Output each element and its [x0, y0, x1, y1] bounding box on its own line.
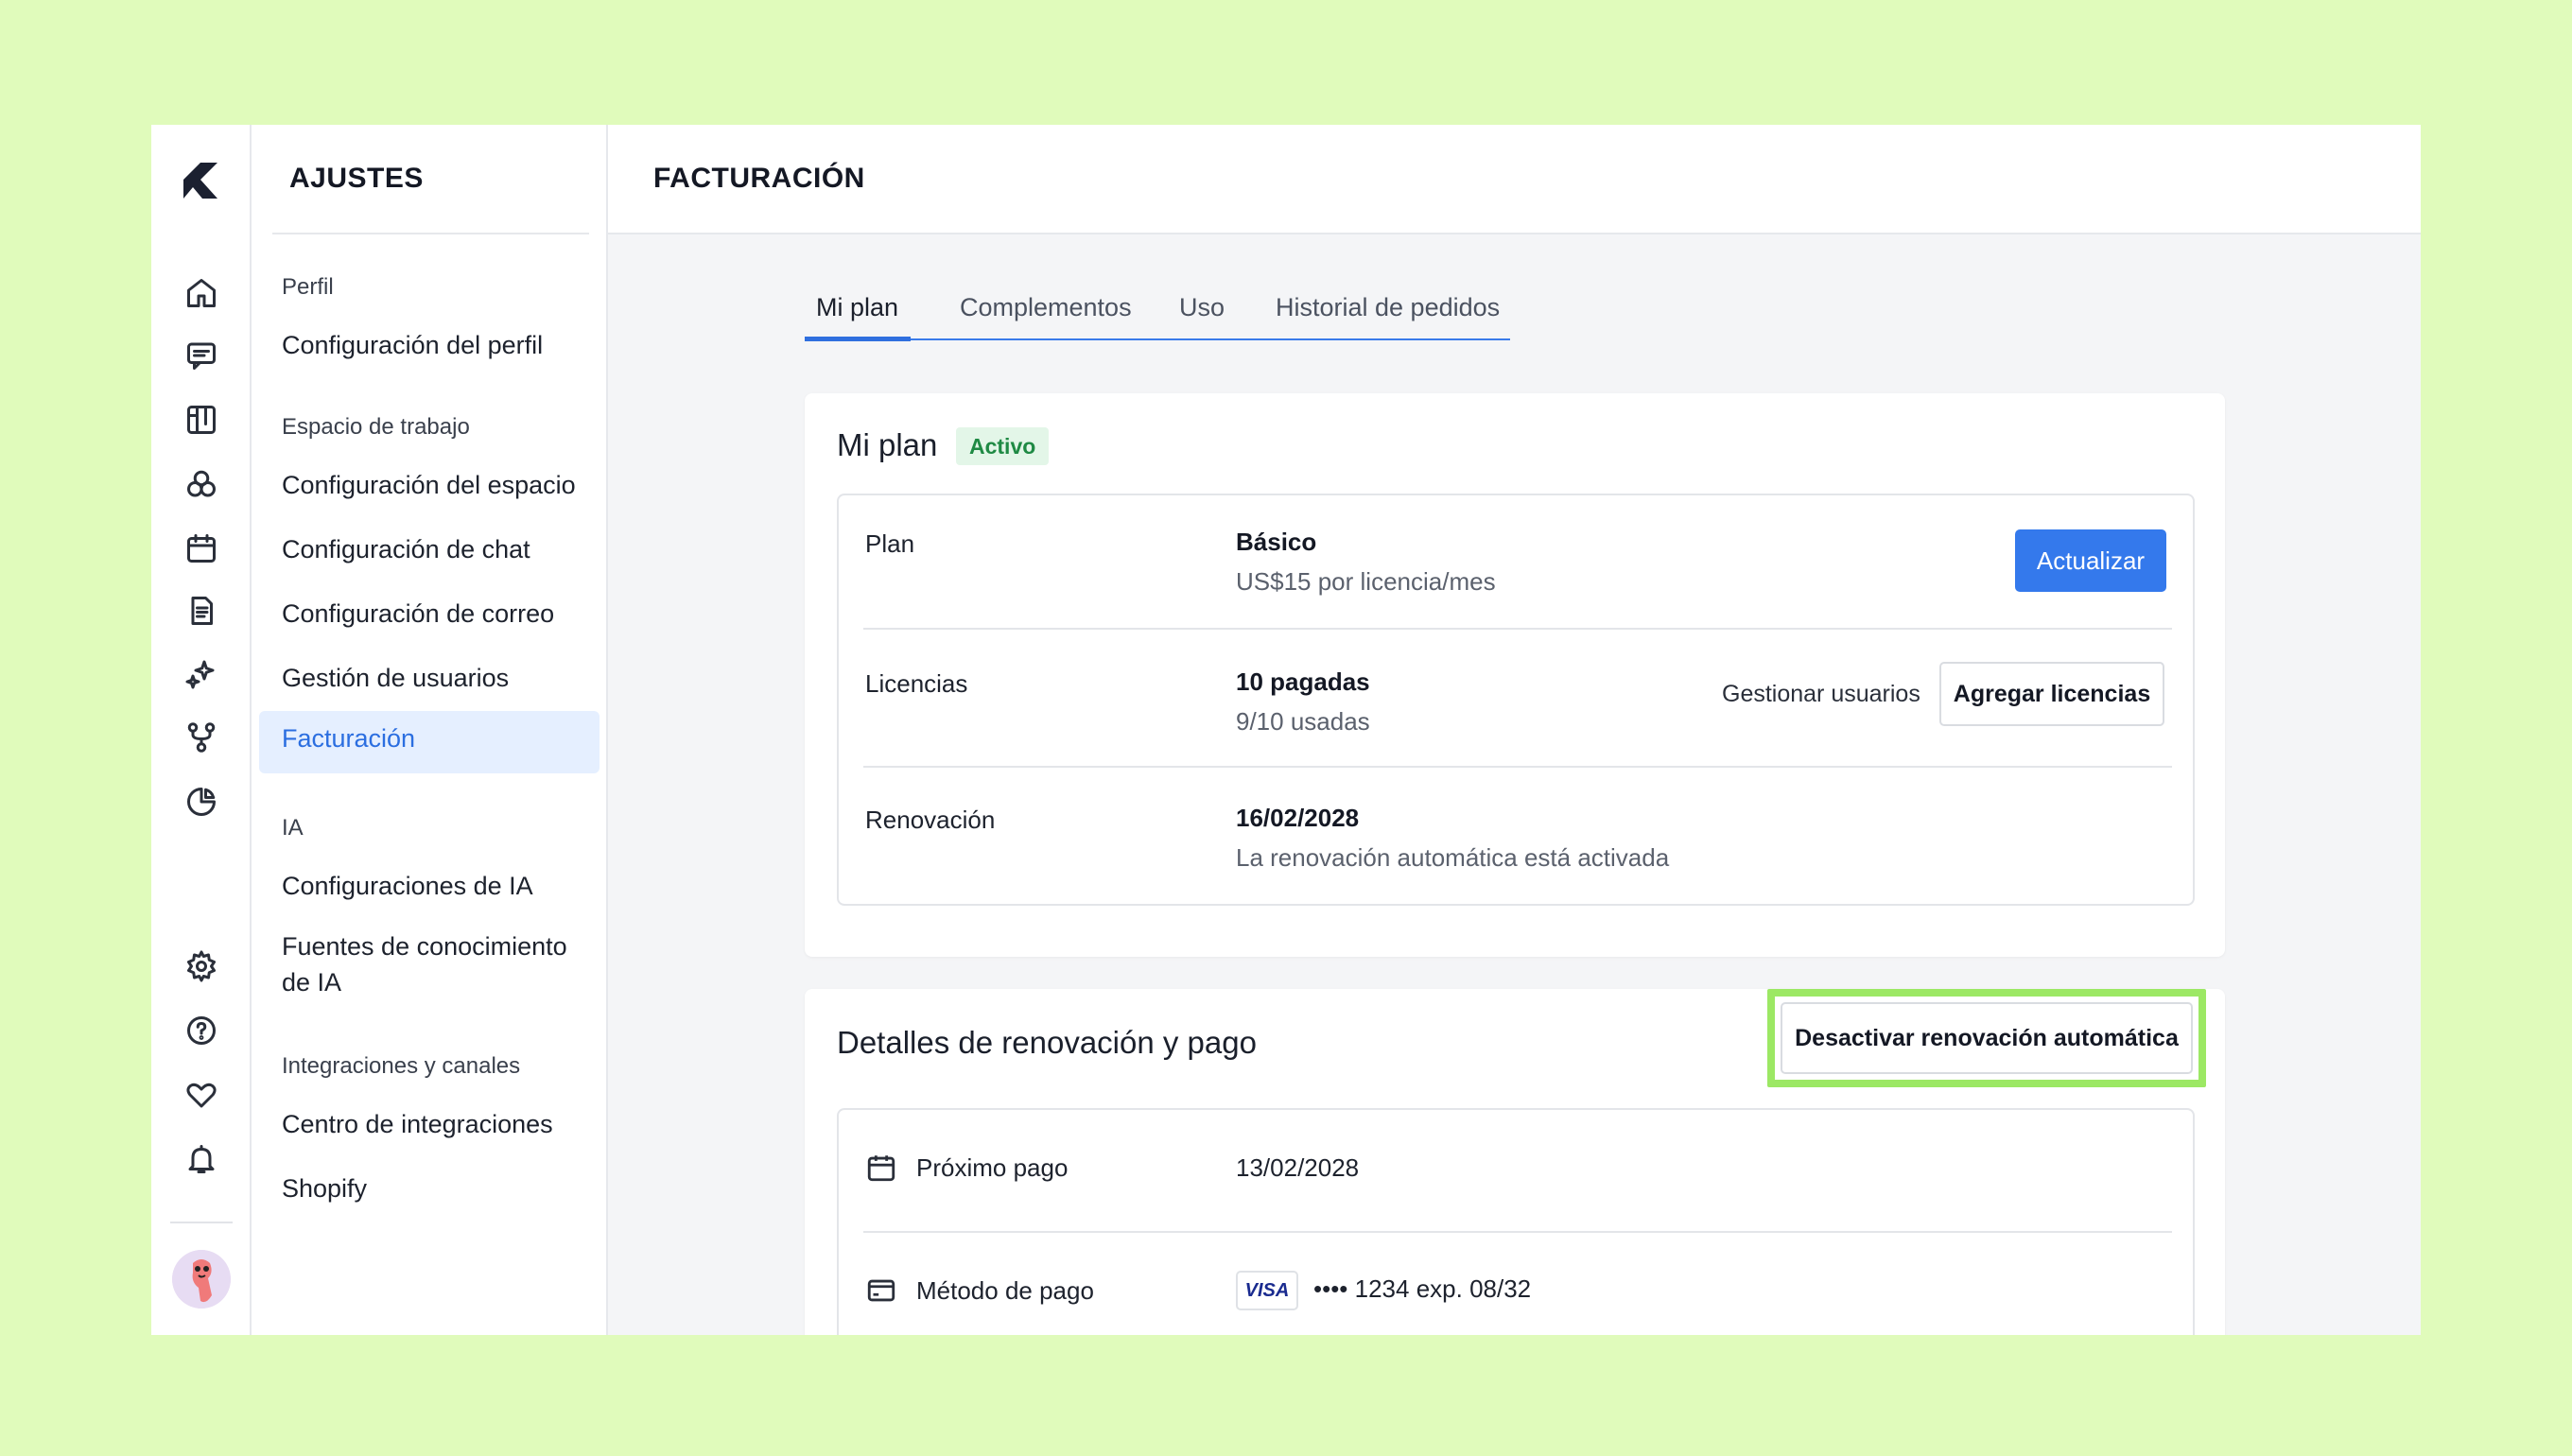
row-divider [863, 766, 2172, 768]
renovacion-date: 16/02/2028 [1236, 804, 1360, 832]
proximo-pago-date: 13/02/2028 [1236, 1153, 1360, 1182]
icon-rail [151, 125, 252, 1335]
add-licenses-button[interactable]: Agregar licencias [1939, 662, 2164, 726]
app-window: AJUSTES Perfil Configuración del perfil … [151, 125, 2421, 1335]
credit-card-icon [865, 1274, 897, 1307]
help-icon[interactable] [182, 1012, 220, 1049]
sparkle-icon[interactable] [182, 654, 220, 692]
sidebar-item-config-perfil[interactable]: Configuración del perfil [282, 327, 543, 363]
sidebar-item-fuentes-ia[interactable]: Fuentes de conocimiento de IA [282, 928, 567, 1000]
branch-icon[interactable] [182, 719, 220, 756]
proximo-pago-label: Próximo pago [916, 1153, 1069, 1182]
sidebar-item-centro-integraciones[interactable]: Centro de integraciones [282, 1106, 553, 1142]
home-icon[interactable] [182, 274, 220, 312]
logo-icon[interactable] [180, 159, 223, 202]
renovacion-status: La renovación automática está activada [1236, 843, 1670, 872]
sidebar-item-facturacion[interactable]: Facturación [259, 711, 600, 773]
circles-icon[interactable] [182, 465, 220, 503]
tab-complementos[interactable]: Complementos [960, 293, 1132, 322]
sidebar-item-config-chat[interactable]: Configuración de chat [282, 531, 530, 567]
sidebar-item-shopify[interactable]: Shopify [282, 1170, 367, 1206]
heart-icon[interactable] [182, 1076, 220, 1114]
plan-card: Mi plan Activo Plan Básico US$15 por lic… [805, 393, 2225, 957]
section-perfil: Perfil [282, 274, 334, 300]
sidebar-item-config-ia[interactable]: Configuraciones de IA [282, 868, 533, 904]
calendar-icon [865, 1152, 897, 1184]
tab-mi-plan[interactable]: Mi plan [816, 293, 898, 322]
board-icon[interactable] [182, 401, 220, 439]
main-content: Mi plan Complementos Uso Historial de pe… [608, 234, 2421, 1335]
plan-value: Básico [1236, 528, 1317, 556]
row-divider [863, 1231, 2172, 1233]
section-espacio: Espacio de trabajo [282, 414, 470, 440]
sidebar-item-label: Facturación [282, 724, 416, 753]
payment-card: Detalles de renovación y pago Desactivar… [805, 989, 2225, 1335]
page-header: FACTURACIÓN [608, 125, 2421, 234]
settings-sidebar: AJUSTES Perfil Configuración del perfil … [252, 125, 608, 1335]
tab-historial[interactable]: Historial de pedidos [1276, 293, 1500, 322]
licencias-label: Licencias [865, 669, 968, 698]
bell-icon[interactable] [182, 1140, 220, 1178]
document-icon[interactable] [182, 592, 220, 630]
plan-card-title: Mi plan [837, 427, 938, 462]
page-title: FACTURACIÓN [653, 163, 865, 194]
status-badge: Activo [956, 427, 1050, 465]
tab-bar: Mi plan Complementos Uso Historial de pe… [805, 284, 1510, 341]
plan-price: US$15 por licencia/mes [1236, 567, 1496, 596]
sidebar-divider [272, 233, 589, 234]
pie-chart-icon[interactable] [182, 783, 220, 821]
plan-label: Plan [865, 529, 915, 558]
rail-divider [170, 1222, 233, 1223]
sidebar-item-config-espacio[interactable]: Configuración del espacio [282, 467, 576, 503]
plan-details: Plan Básico US$15 por licencia/mes Actua… [837, 494, 2195, 906]
calendar-icon[interactable] [182, 529, 220, 567]
visa-logo: VISA [1236, 1271, 1298, 1310]
settings-icon[interactable] [182, 947, 220, 985]
chat-icon[interactable] [182, 337, 220, 374]
avatar[interactable] [172, 1250, 231, 1309]
section-integraciones: Integraciones y canales [282, 1053, 521, 1079]
payment-details: Próximo pago 13/02/2028 Método de pago V… [837, 1108, 2195, 1335]
sidebar-item-config-correo[interactable]: Configuración de correo [282, 596, 554, 632]
renovacion-label: Renovación [865, 806, 996, 834]
licencias-value: 10 pagadas [1236, 667, 1370, 696]
row-divider [863, 628, 2172, 630]
tab-uso[interactable]: Uso [1179, 293, 1225, 322]
sidebar-item-gestion-usuarios[interactable]: Gestión de usuarios [282, 660, 509, 696]
sidebar-title: AJUSTES [289, 163, 424, 194]
metodo-pago-label: Método de pago [916, 1276, 1094, 1305]
sidebar-item-label: de IA [282, 968, 342, 997]
upgrade-button[interactable]: Actualizar [2015, 529, 2166, 592]
card-number: •••• 1234 exp. 08/32 [1313, 1274, 1532, 1303]
payment-card-title: Detalles de renovación y pago [837, 1025, 1257, 1060]
licencias-usage: 9/10 usadas [1236, 707, 1370, 736]
sidebar-item-label: Fuentes de conocimiento [282, 932, 567, 961]
active-tab-indicator [805, 337, 911, 341]
section-ia: IA [282, 815, 304, 841]
manage-users-link[interactable]: Gestionar usuarios [1722, 681, 1920, 708]
disable-auto-renew-button[interactable]: Desactivar renovación automática [1781, 1002, 2193, 1074]
